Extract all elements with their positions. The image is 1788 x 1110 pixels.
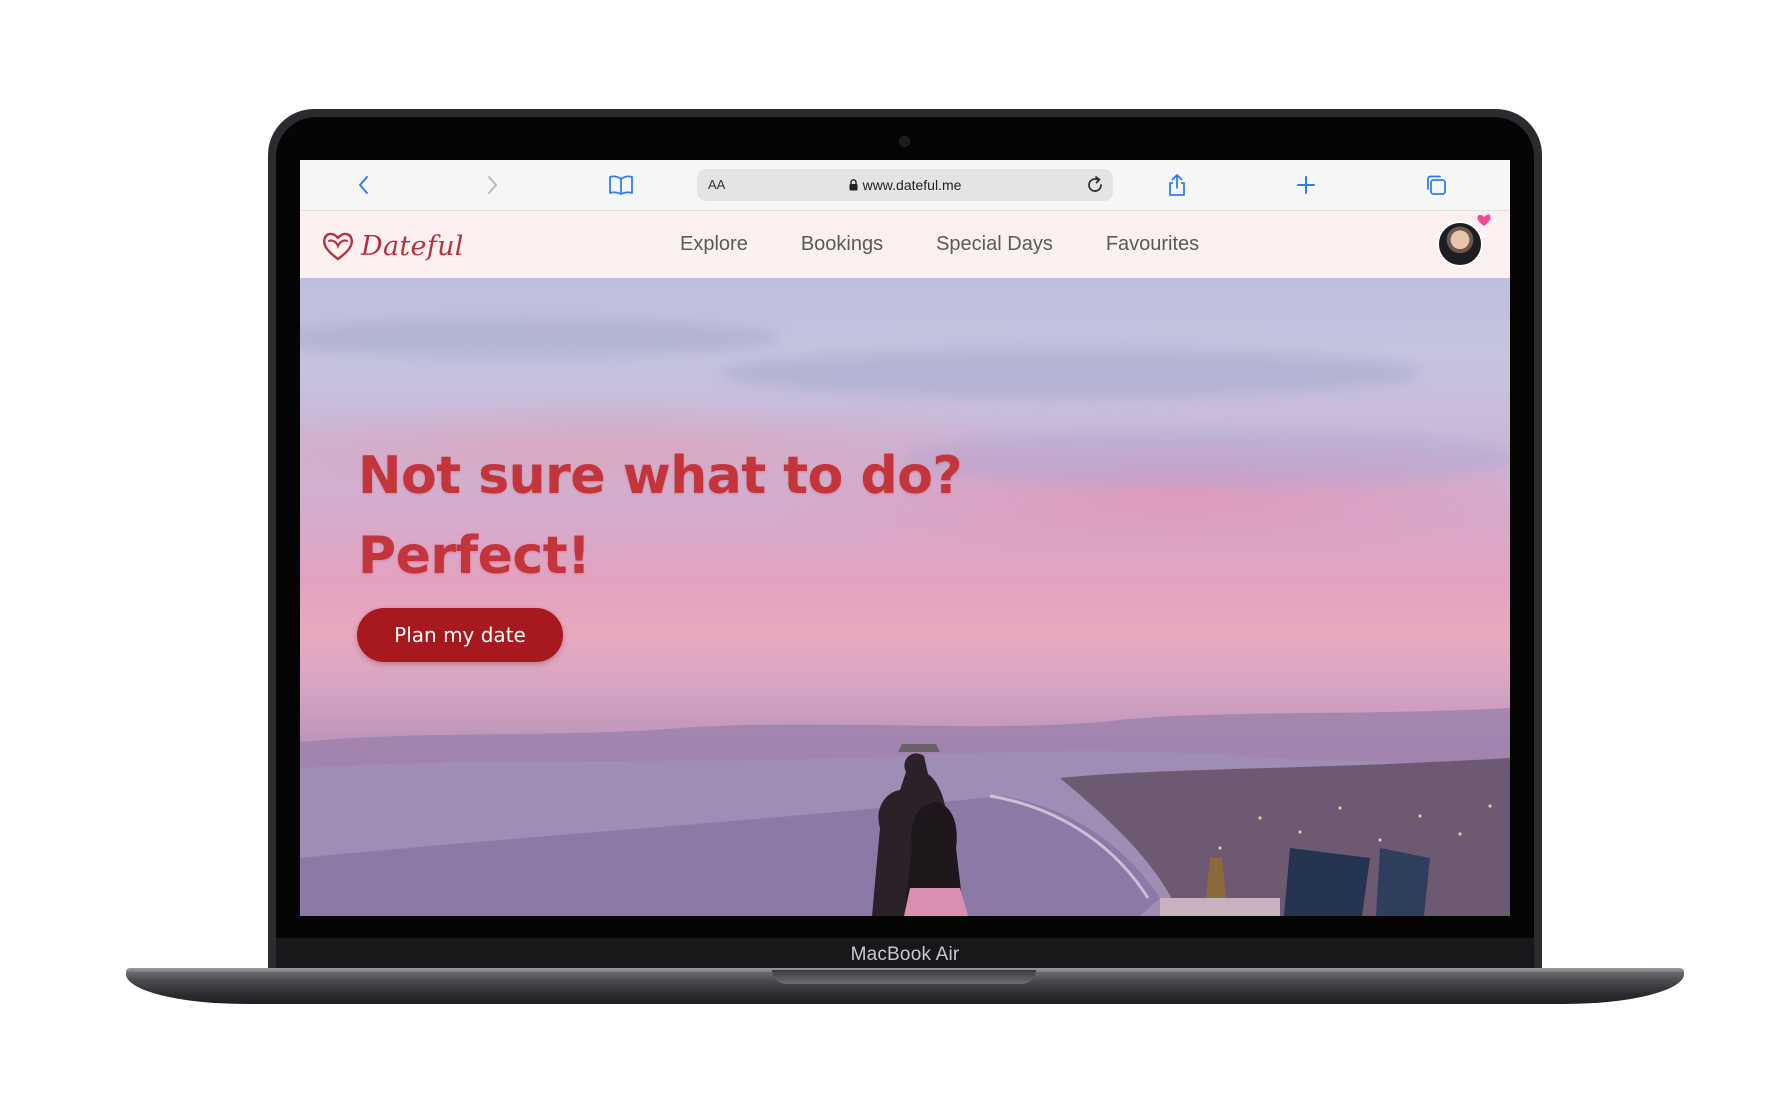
nav-favourites[interactable]: Favourites	[1106, 233, 1199, 256]
logo[interactable]: Dateful	[321, 226, 464, 266]
share-icon[interactable]	[1162, 170, 1192, 200]
landscape-scene	[300, 708, 1510, 916]
main-nav: Explore Bookings Special Days Favourites	[680, 211, 1252, 278]
new-tab-icon[interactable]	[1291, 170, 1321, 200]
heart-badge-icon	[1477, 213, 1491, 226]
camera-icon	[900, 137, 909, 146]
headline-line-2: Perfect!	[358, 526, 591, 586]
headline-line-1: Not sure what to do?	[358, 446, 963, 506]
hero-section: Not sure what to do? Perfect! Plan my da…	[300, 278, 1510, 916]
plan-my-date-button[interactable]: Plan my date	[357, 608, 563, 662]
reload-icon[interactable]	[1084, 174, 1106, 196]
nav-explore[interactable]: Explore	[680, 233, 748, 256]
nav-special-days[interactable]: Special Days	[936, 233, 1053, 256]
cloud-shape	[720, 348, 1420, 398]
back-icon[interactable]	[349, 170, 379, 200]
browser-toolbar: AA www.dateful.me	[300, 160, 1510, 211]
tabs-icon[interactable]	[1421, 170, 1451, 200]
nav-bookings[interactable]: Bookings	[801, 233, 883, 256]
heart-logo-icon	[323, 232, 353, 261]
url-display: www.dateful.me	[697, 177, 1113, 193]
lock-icon	[849, 179, 858, 191]
screen: AA www.dateful.me Dateful Explore Bookin…	[300, 160, 1510, 916]
hero-headline: Not sure what to do? Perfect!	[358, 436, 963, 596]
url-text: www.dateful.me	[862, 177, 962, 193]
site-header: Dateful Explore Bookings Special Days Fa…	[300, 211, 1510, 278]
cloud-shape	[900, 428, 1510, 488]
laptop-notch	[772, 970, 1036, 984]
device-label: MacBook Air	[850, 944, 960, 965]
forward-icon[interactable]	[477, 170, 507, 200]
logo-text: Dateful	[361, 230, 464, 262]
avatar[interactable]	[1437, 221, 1483, 267]
bookmarks-icon[interactable]	[606, 170, 636, 200]
address-bar[interactable]: AA www.dateful.me	[697, 169, 1113, 201]
cloud-shape	[300, 318, 780, 358]
